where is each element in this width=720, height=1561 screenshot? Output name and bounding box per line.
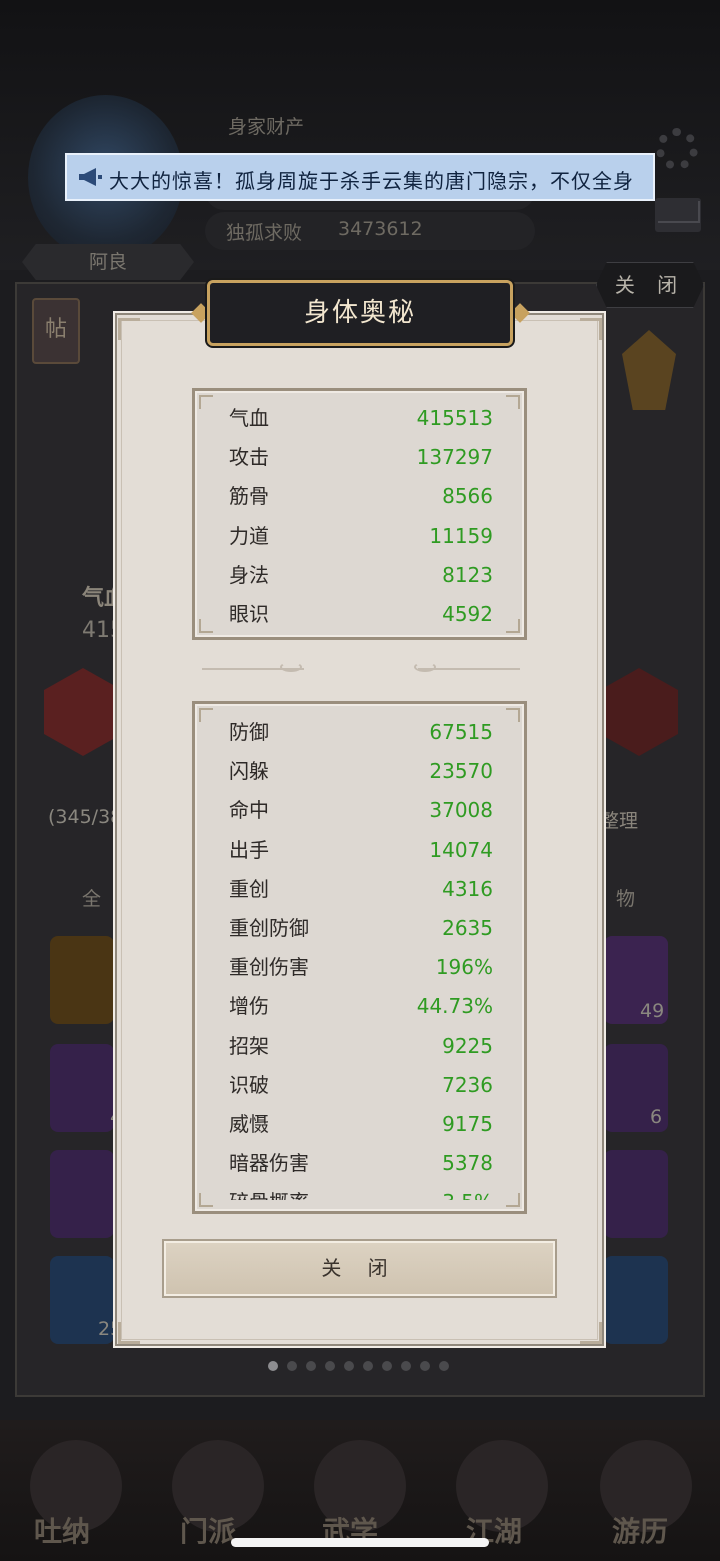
stat-label: 眼识 [229, 602, 269, 626]
stat-row: 力道 11159 [229, 517, 493, 556]
stat-label: 力道 [229, 523, 269, 548]
stat-value: 9175 [442, 1112, 493, 1136]
stat-row: 重创防御 2635 [229, 909, 493, 948]
modal-title: 身体奥秘 [207, 280, 513, 346]
stat-label: 闪躲 [229, 759, 269, 784]
mail-icon[interactable] [655, 198, 701, 232]
stat-label: 碎骨概率 [229, 1183, 309, 1200]
corner-ornament [580, 318, 602, 340]
player-name-tag: 阿良 [22, 244, 194, 280]
tab-all[interactable]: 全 [82, 884, 101, 911]
corner-ornament [118, 318, 140, 340]
stat-row: 招架 9225 [229, 1027, 493, 1066]
combat-stats-box[interactable]: 防御 67515 闪躲 23570 命中 37008 出手 14074 重创 4316 重创防御 26… [192, 701, 527, 1214]
stat-label: 重创 [229, 876, 269, 901]
stat-label: 身法 [229, 562, 269, 587]
stat-value: 8566 [442, 484, 493, 509]
page-indicator [268, 1356, 458, 1375]
modal-close-button[interactable]: 关 闭 [164, 1241, 555, 1296]
stat-value: 2635 [442, 916, 493, 940]
stat-value: 4592 [442, 602, 493, 626]
stat-row: 防御 67515 [229, 713, 493, 752]
bag-slot[interactable] [50, 1150, 114, 1238]
basic-stats-box: 气血 415513 攻击 137297 筋骨 8566 力道 11159 身法 8123 眼识 459… [192, 388, 527, 640]
stat-row: 重创 4316 [229, 870, 493, 909]
stat-label: 威慑 [229, 1112, 269, 1136]
megaphone-icon [79, 168, 102, 186]
stat-value: 37008 [429, 798, 493, 823]
slot-count: 49 [640, 1000, 665, 1022]
stat-value: 137297 [416, 445, 493, 470]
nav-label: 游历 [612, 1515, 669, 1548]
stat-row: 眼识 4592 [229, 595, 493, 634]
rank-value: 3473612 [338, 218, 423, 240]
settings-gear-icon[interactable] [656, 128, 698, 170]
bag-count: (345/38 [48, 806, 123, 828]
stat-label: 气血 [229, 406, 269, 430]
stat-label: 攻击 [229, 445, 269, 470]
stat-row: 身法 8123 [229, 556, 493, 595]
nav-label: 门派 [180, 1515, 237, 1548]
stat-row: 筋骨 8566 [229, 477, 493, 516]
stat-value: 3.5% [442, 1183, 493, 1200]
divider-ornament [280, 662, 302, 672]
stat-label: 增伤 [229, 994, 269, 1019]
stat-value: 8123 [442, 562, 493, 587]
stat-value: 196% [435, 955, 493, 980]
stat-row: 碎骨概率 3.5% [229, 1183, 493, 1200]
stat-label: 重创防御 [229, 916, 309, 940]
stat-label: 防御 [229, 720, 269, 744]
bag-slot[interactable] [604, 1256, 668, 1344]
stat-row: 命中 37008 [229, 791, 493, 830]
stat-value: 67515 [429, 720, 493, 744]
home-indicator[interactable] [231, 1538, 489, 1547]
stat-value: 7236 [442, 1072, 493, 1097]
stat-value: 4316 [442, 876, 493, 901]
nav-label: 吐纳 [34, 1515, 91, 1548]
stat-label: 重创伤害 [229, 955, 309, 980]
bag-slot[interactable] [50, 936, 114, 1024]
slot-count: 6 [650, 1106, 663, 1128]
stat-value: 14074 [429, 837, 493, 862]
corner-ornament [580, 1322, 602, 1344]
stat-row: 攻击 137297 [229, 438, 493, 477]
stat-label: 暗器伤害 [229, 1151, 309, 1176]
announcement-marquee: 大大的惊喜！孤身周旋于杀手云集的唐门隐宗，不仅全身 [65, 153, 655, 201]
stat-value: 5378 [442, 1151, 493, 1176]
stat-row: 重创伤害 196% [229, 948, 493, 987]
tab-item[interactable]: 物 [616, 884, 635, 911]
stat-label: 命中 [229, 798, 269, 823]
stat-row: 威慑 9175 [229, 1105, 493, 1144]
bag-slot[interactable] [50, 1044, 114, 1132]
stat-label: 招架 [229, 1033, 269, 1058]
stat-row: 气血 415513 [229, 399, 493, 438]
divider-ornament [414, 662, 436, 672]
panel-close-button[interactable]: 关 闭 [596, 262, 704, 308]
stat-value: 415513 [416, 406, 493, 430]
corner-ornament [118, 1322, 140, 1344]
combat-stats-scroll-area[interactable]: 防御 67515 闪躲 23570 命中 37008 出手 14074 重创 4316 重创防御 26… [195, 710, 524, 1200]
stat-row: 闪躲 23570 [229, 752, 493, 791]
wealth-label: 身家财产 [228, 116, 305, 138]
announcement-text: 大大的惊喜！孤身周旋于杀手云集的唐门隐宗，不仅全身 [109, 169, 634, 193]
stat-value: 9225 [442, 1033, 493, 1058]
bag-slot[interactable] [604, 1150, 668, 1238]
tie-button[interactable]: 帖 [32, 298, 80, 364]
stat-row: 增伤 44.73% [229, 987, 493, 1026]
stat-label: 筋骨 [229, 484, 269, 509]
rank-label: 独孤求败 [226, 222, 303, 244]
stat-row: 暗器伤害 5378 [229, 1144, 493, 1183]
stat-row: 出手 14074 [229, 831, 493, 870]
stat-value: 11159 [429, 523, 493, 548]
stat-label: 识破 [229, 1072, 269, 1097]
stat-value: 44.73% [416, 994, 493, 1019]
stat-label: 出手 [229, 837, 269, 862]
stat-row: 识破 7236 [229, 1066, 493, 1105]
stat-value: 23570 [429, 759, 493, 784]
